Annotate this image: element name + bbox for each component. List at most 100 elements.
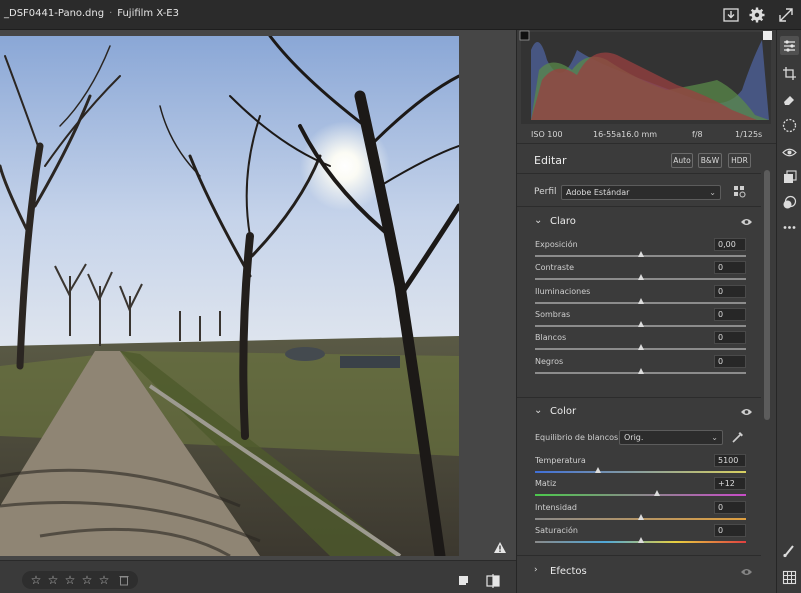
histogram [517, 30, 777, 126]
color-section-header[interactable]: ⌄ Color [517, 400, 761, 424]
camera-model: Fujifilm X-E3 [117, 8, 179, 19]
presets-icon[interactable] [782, 195, 797, 210]
window-title: _DSF0441-Pano.dng · Fujifilm X-E3 [4, 8, 179, 19]
slider-value-input[interactable]: 0 [714, 284, 746, 298]
star-3[interactable]: ☆ [63, 574, 77, 586]
photo-preview[interactable] [0, 36, 459, 556]
slider-row: Contraste 0 [517, 261, 761, 286]
star-2[interactable]: ☆ [46, 574, 60, 586]
slider-track[interactable] [535, 471, 746, 473]
edit-title: Editar [534, 154, 567, 167]
exif-lens: 16-55a16.0 mm [593, 130, 658, 139]
slider-value-input[interactable]: 0 [714, 261, 746, 275]
edit-header: Editar Auto B&W HDR [517, 146, 761, 174]
star-5[interactable]: ☆ [97, 574, 111, 586]
slider-row: Sombras 0 [517, 307, 761, 333]
slider-row: Negros 0 [517, 354, 761, 380]
more-options-icon[interactable] [782, 220, 797, 235]
slider-thumb[interactable] [637, 344, 644, 351]
slider-thumb[interactable] [637, 513, 644, 520]
slider-label: Saturación [535, 525, 578, 535]
chevron-right-icon: › [534, 565, 538, 575]
star-4[interactable]: ☆ [80, 574, 94, 586]
edit-sliders-icon[interactable] [780, 36, 799, 55]
slider-label: Temperatura [535, 456, 586, 465]
title-bar: _DSF0441-Pano.dng · Fujifilm X-E3 [0, 0, 801, 30]
slider-row: Intensidad 0 [517, 500, 761, 526]
crop-icon[interactable] [782, 66, 797, 81]
slider-value-input[interactable]: 0 [714, 500, 746, 514]
redeye-icon[interactable] [782, 145, 797, 160]
export-icon[interactable] [721, 5, 741, 25]
profile-row: Perfil Adobe Estándar ⌄ [517, 175, 761, 207]
warning-icon[interactable] [493, 541, 507, 554]
chevron-down-icon: ⌄ [711, 433, 718, 442]
profile-browser-icon[interactable] [733, 185, 747, 199]
white-balance-label: Equilibrio de blancos [535, 433, 619, 442]
star-1[interactable]: ☆ [29, 574, 43, 586]
trash-icon[interactable] [118, 574, 130, 586]
snapshots-icon[interactable] [782, 170, 797, 185]
eraser-icon[interactable] [782, 92, 797, 107]
slider-value-input[interactable]: 0,00 [714, 238, 746, 251]
slider-value-input[interactable]: 5100 [714, 454, 746, 467]
slider-value-input[interactable]: 0 [714, 523, 746, 537]
exif-aperture: f/8 [692, 130, 703, 139]
edit-panel: ISO 100 16-55a16.0 mm f/8 1/125s Editar … [516, 30, 777, 593]
slider-value-input[interactable]: 0 [714, 307, 746, 321]
eye-icon[interactable] [740, 567, 753, 577]
auto-button[interactable]: Auto [671, 153, 693, 168]
slider-row: Exposición 0,00 [517, 238, 761, 263]
slider-label: Exposición [535, 240, 578, 249]
white-balance-value: Orig. [624, 433, 644, 442]
slider-label: Iluminaciones [535, 286, 591, 296]
expand-icon[interactable] [776, 5, 796, 25]
star-rating[interactable]: ☆ ☆ ☆ ☆ ☆ [22, 571, 138, 589]
slider-label: Matiz [535, 479, 557, 489]
profile-label: Perfil [534, 187, 557, 197]
section-divider [517, 555, 761, 556]
light-section-title: Claro [550, 216, 576, 227]
slider-thumb[interactable] [654, 490, 661, 497]
slider-value-input[interactable]: 0 [714, 354, 746, 368]
bw-button[interactable]: B&W [698, 153, 722, 168]
image-canvas[interactable] [0, 30, 516, 560]
slider-row: Saturación 0 [517, 523, 761, 549]
slider-thumb[interactable] [637, 251, 644, 257]
slider-thumb[interactable] [637, 274, 644, 281]
effects-section-header[interactable]: › Efectos [517, 560, 761, 584]
slider-row: Blancos 0 [517, 331, 761, 356]
chevron-down-icon: ⌄ [534, 405, 543, 416]
profile-value: Adobe Estándar [566, 188, 630, 197]
gear-icon[interactable] [747, 5, 767, 25]
slider-thumb[interactable] [595, 467, 602, 473]
white-balance-select[interactable]: Orig. ⌄ [619, 430, 723, 445]
slider-label: Blancos [535, 333, 567, 343]
slider-value-input[interactable]: 0 [714, 331, 746, 345]
slider-thumb[interactable] [637, 536, 644, 543]
landscape-photo [0, 36, 459, 556]
before-after-icon[interactable] [485, 573, 501, 589]
profile-select[interactable]: Adobe Estándar ⌄ [561, 185, 721, 200]
zoom-icon[interactable] [456, 573, 472, 589]
slider-thumb[interactable] [637, 320, 644, 327]
grid-icon[interactable] [782, 570, 797, 585]
effects-section-title: Efectos [550, 566, 587, 577]
panel-scrollbar[interactable] [762, 160, 772, 590]
light-section-header[interactable]: ⌄ Claro [517, 210, 761, 234]
hdr-button[interactable]: HDR [728, 153, 751, 168]
bottom-toolbar: ☆ ☆ ☆ ☆ ☆ [0, 560, 516, 593]
slider-track[interactable] [535, 494, 746, 497]
scrollbar-thumb[interactable] [764, 170, 770, 420]
mask-icon[interactable] [782, 118, 797, 133]
slider-row: Temperatura 5100 [517, 454, 761, 479]
slider-label: Negros [535, 356, 564, 366]
eye-icon[interactable] [740, 407, 753, 417]
slider-thumb[interactable] [637, 297, 644, 304]
brush-icon[interactable] [782, 543, 797, 558]
slider-value-input[interactable]: +12 [714, 477, 746, 491]
slider-thumb[interactable] [637, 367, 644, 374]
eye-icon[interactable] [740, 217, 753, 227]
chevron-down-icon: ⌄ [709, 188, 716, 197]
eyedropper-icon[interactable] [731, 429, 746, 444]
